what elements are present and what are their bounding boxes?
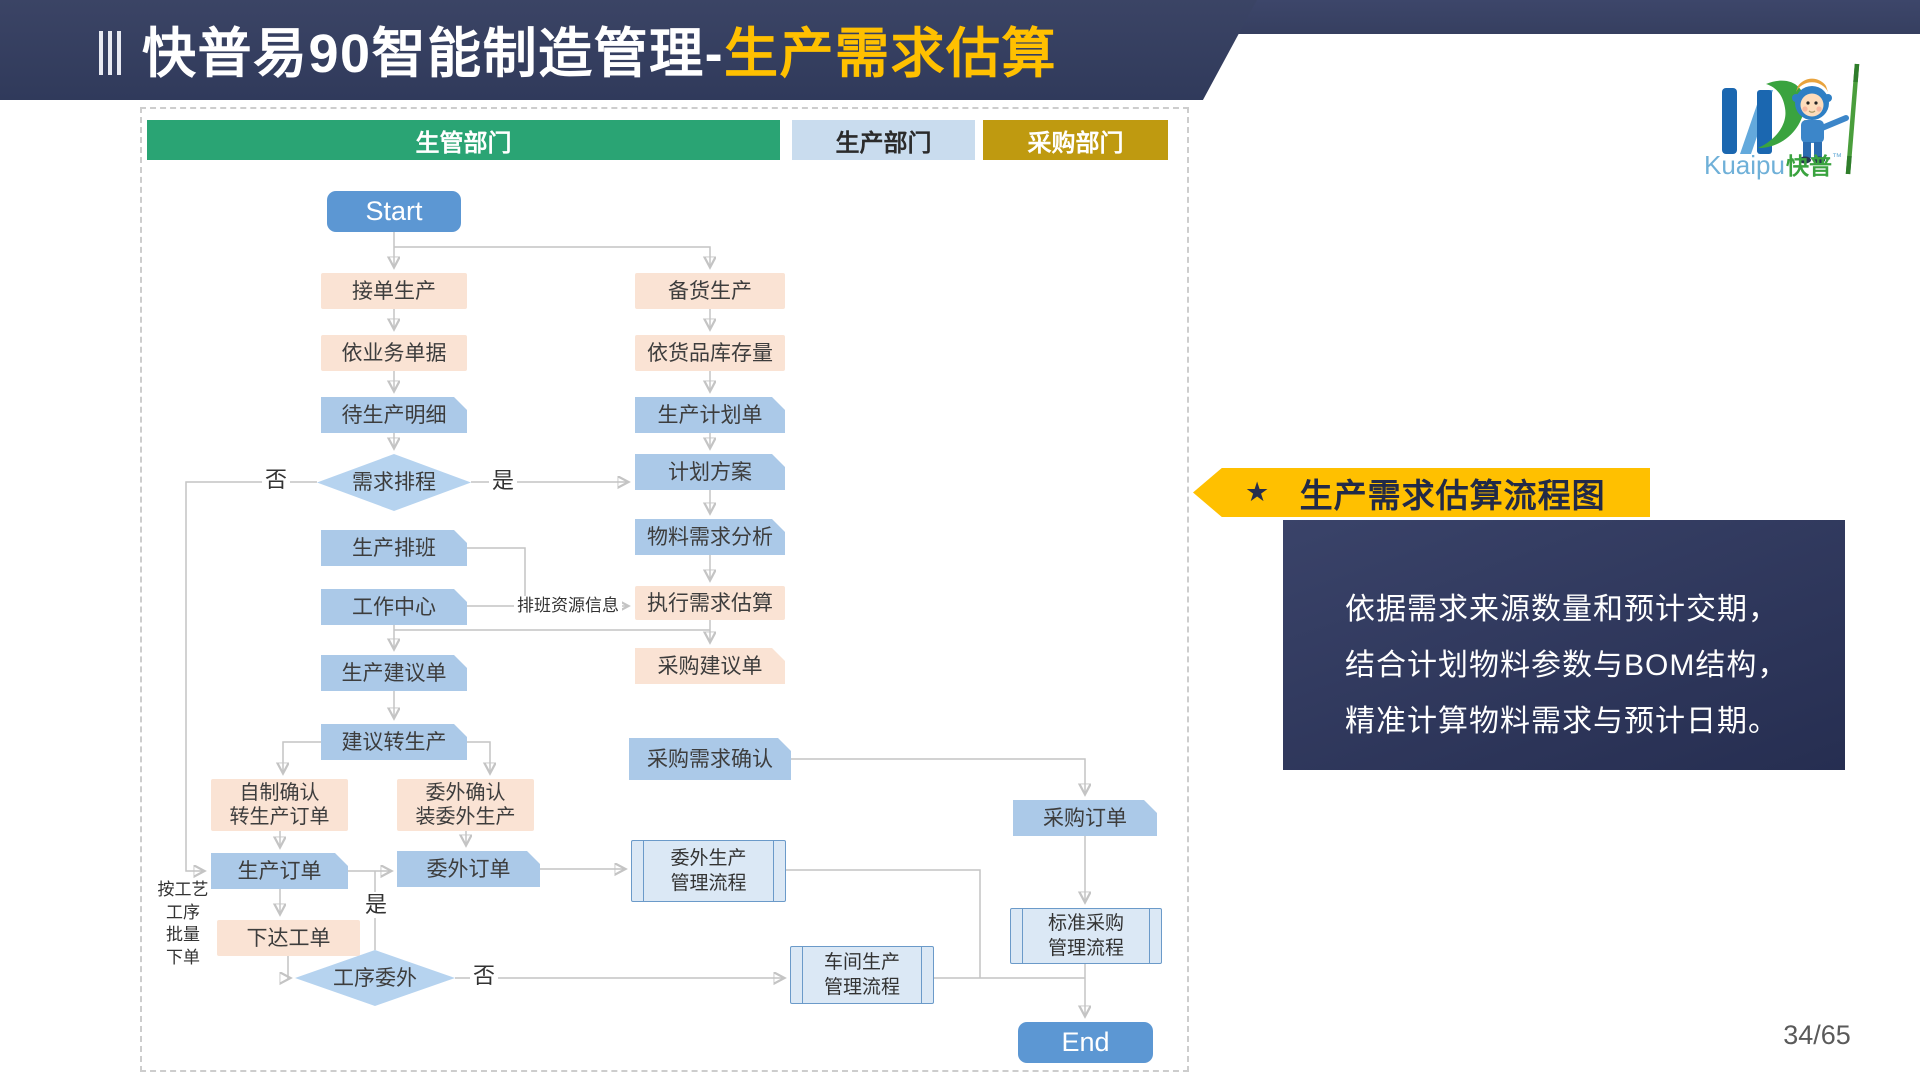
logo-brand-text: Kuaipu 快普 ™ <box>1704 150 1842 180</box>
release-work-order-note: 按工艺 工序 批量 下单 <box>152 879 214 969</box>
node-production-proposal: 生产建议单 <box>321 655 467 691</box>
node-order-production: 接单生产 <box>321 273 467 309</box>
node-per-business-doc: 依业务单据 <box>321 335 467 371</box>
node-standard-purchase-subprocess: 标准采购 管理流程 <box>1010 908 1162 964</box>
kuaipu-logo: Kuaipu 快普 ™ <box>1700 58 1895 183</box>
node-per-inventory: 依货品库存量 <box>635 335 785 371</box>
node-plan-scheme: 计划方案 <box>635 454 785 490</box>
node-proposal-to-production: 建议转生产 <box>321 724 467 760</box>
brand-latin: Kuaipu <box>1704 150 1785 180</box>
logo-kp-mark <box>1722 81 1805 154</box>
node-outsource-mgmt-subprocess: 委外生产 管理流程 <box>631 840 786 902</box>
node-outsource-confirm: 委外确认 装委外生产 <box>397 779 534 831</box>
star-icon: ★ <box>1245 477 1269 508</box>
node-production-scheduling: 生产排班 <box>321 530 467 566</box>
callout-line: 结合计划物料参数与BOM结构， <box>1345 640 1788 684</box>
callout-title: 生产需求估算流程图 <box>1269 469 1650 517</box>
edge-label-yes-process-outsourcing: 是 <box>362 892 390 918</box>
node-purchase-order: 采购订单 <box>1013 800 1157 836</box>
node-material-requirement-analysis: 物料需求分析 <box>635 519 785 555</box>
lane-header-production-control: 生管部门 <box>147 120 780 160</box>
brand-cn: 快普 <box>1786 153 1832 179</box>
node-production-plan: 生产计划单 <box>635 397 785 433</box>
lane-header-production: 生产部门 <box>792 120 975 160</box>
node-production-order: 生产订单 <box>211 853 348 889</box>
edge-label-no-process-outsourcing: 否 <box>470 963 498 989</box>
node-release-work-order: 下达工单 <box>217 920 360 956</box>
node-run-demand-estimation: 执行需求估算 <box>635 586 785 620</box>
node-outsource-order: 委外订单 <box>397 851 540 887</box>
node-purchase-proposal: 采购建议单 <box>635 648 785 684</box>
node-workshop-mgmt-subprocess: 车间生产 管理流程 <box>790 946 934 1004</box>
brand-tm: ™ <box>1832 152 1842 163</box>
callout-banner: ★ 生产需求估算流程图 <box>1193 468 1650 517</box>
edge-label-no-demand-scheduling: 否 <box>262 467 290 493</box>
callout-line: 依据需求来源数量和预计交期， <box>1345 584 1779 628</box>
node-work-center: 工作中心 <box>321 589 467 625</box>
node-purchase-demand-confirm: 采购需求确认 <box>629 738 791 780</box>
callout-line: 精准计算物料需求与预计日期。 <box>1345 696 1779 740</box>
node-end: End <box>1018 1022 1153 1063</box>
node-self-make-confirm: 自制确认 转生产订单 <box>211 779 348 831</box>
node-pending-production-detail: 待生产明细 <box>321 397 467 433</box>
callout-body: 依据需求来源数量和预计交期， 结合计划物料参数与BOM结构， 精准计算物料需求与… <box>1283 520 1845 770</box>
edge-label-yes-demand-scheduling: 是 <box>489 468 517 494</box>
node-start: Start <box>327 191 461 232</box>
node-stock-production: 备货生产 <box>635 273 785 309</box>
slide: 快普易90智能制造管理-生产需求估算 <box>0 0 1920 1080</box>
lane-header-purchasing: 采购部门 <box>983 120 1168 160</box>
edge-label-schedule-resource-info: 排班资源信息 <box>514 596 622 616</box>
